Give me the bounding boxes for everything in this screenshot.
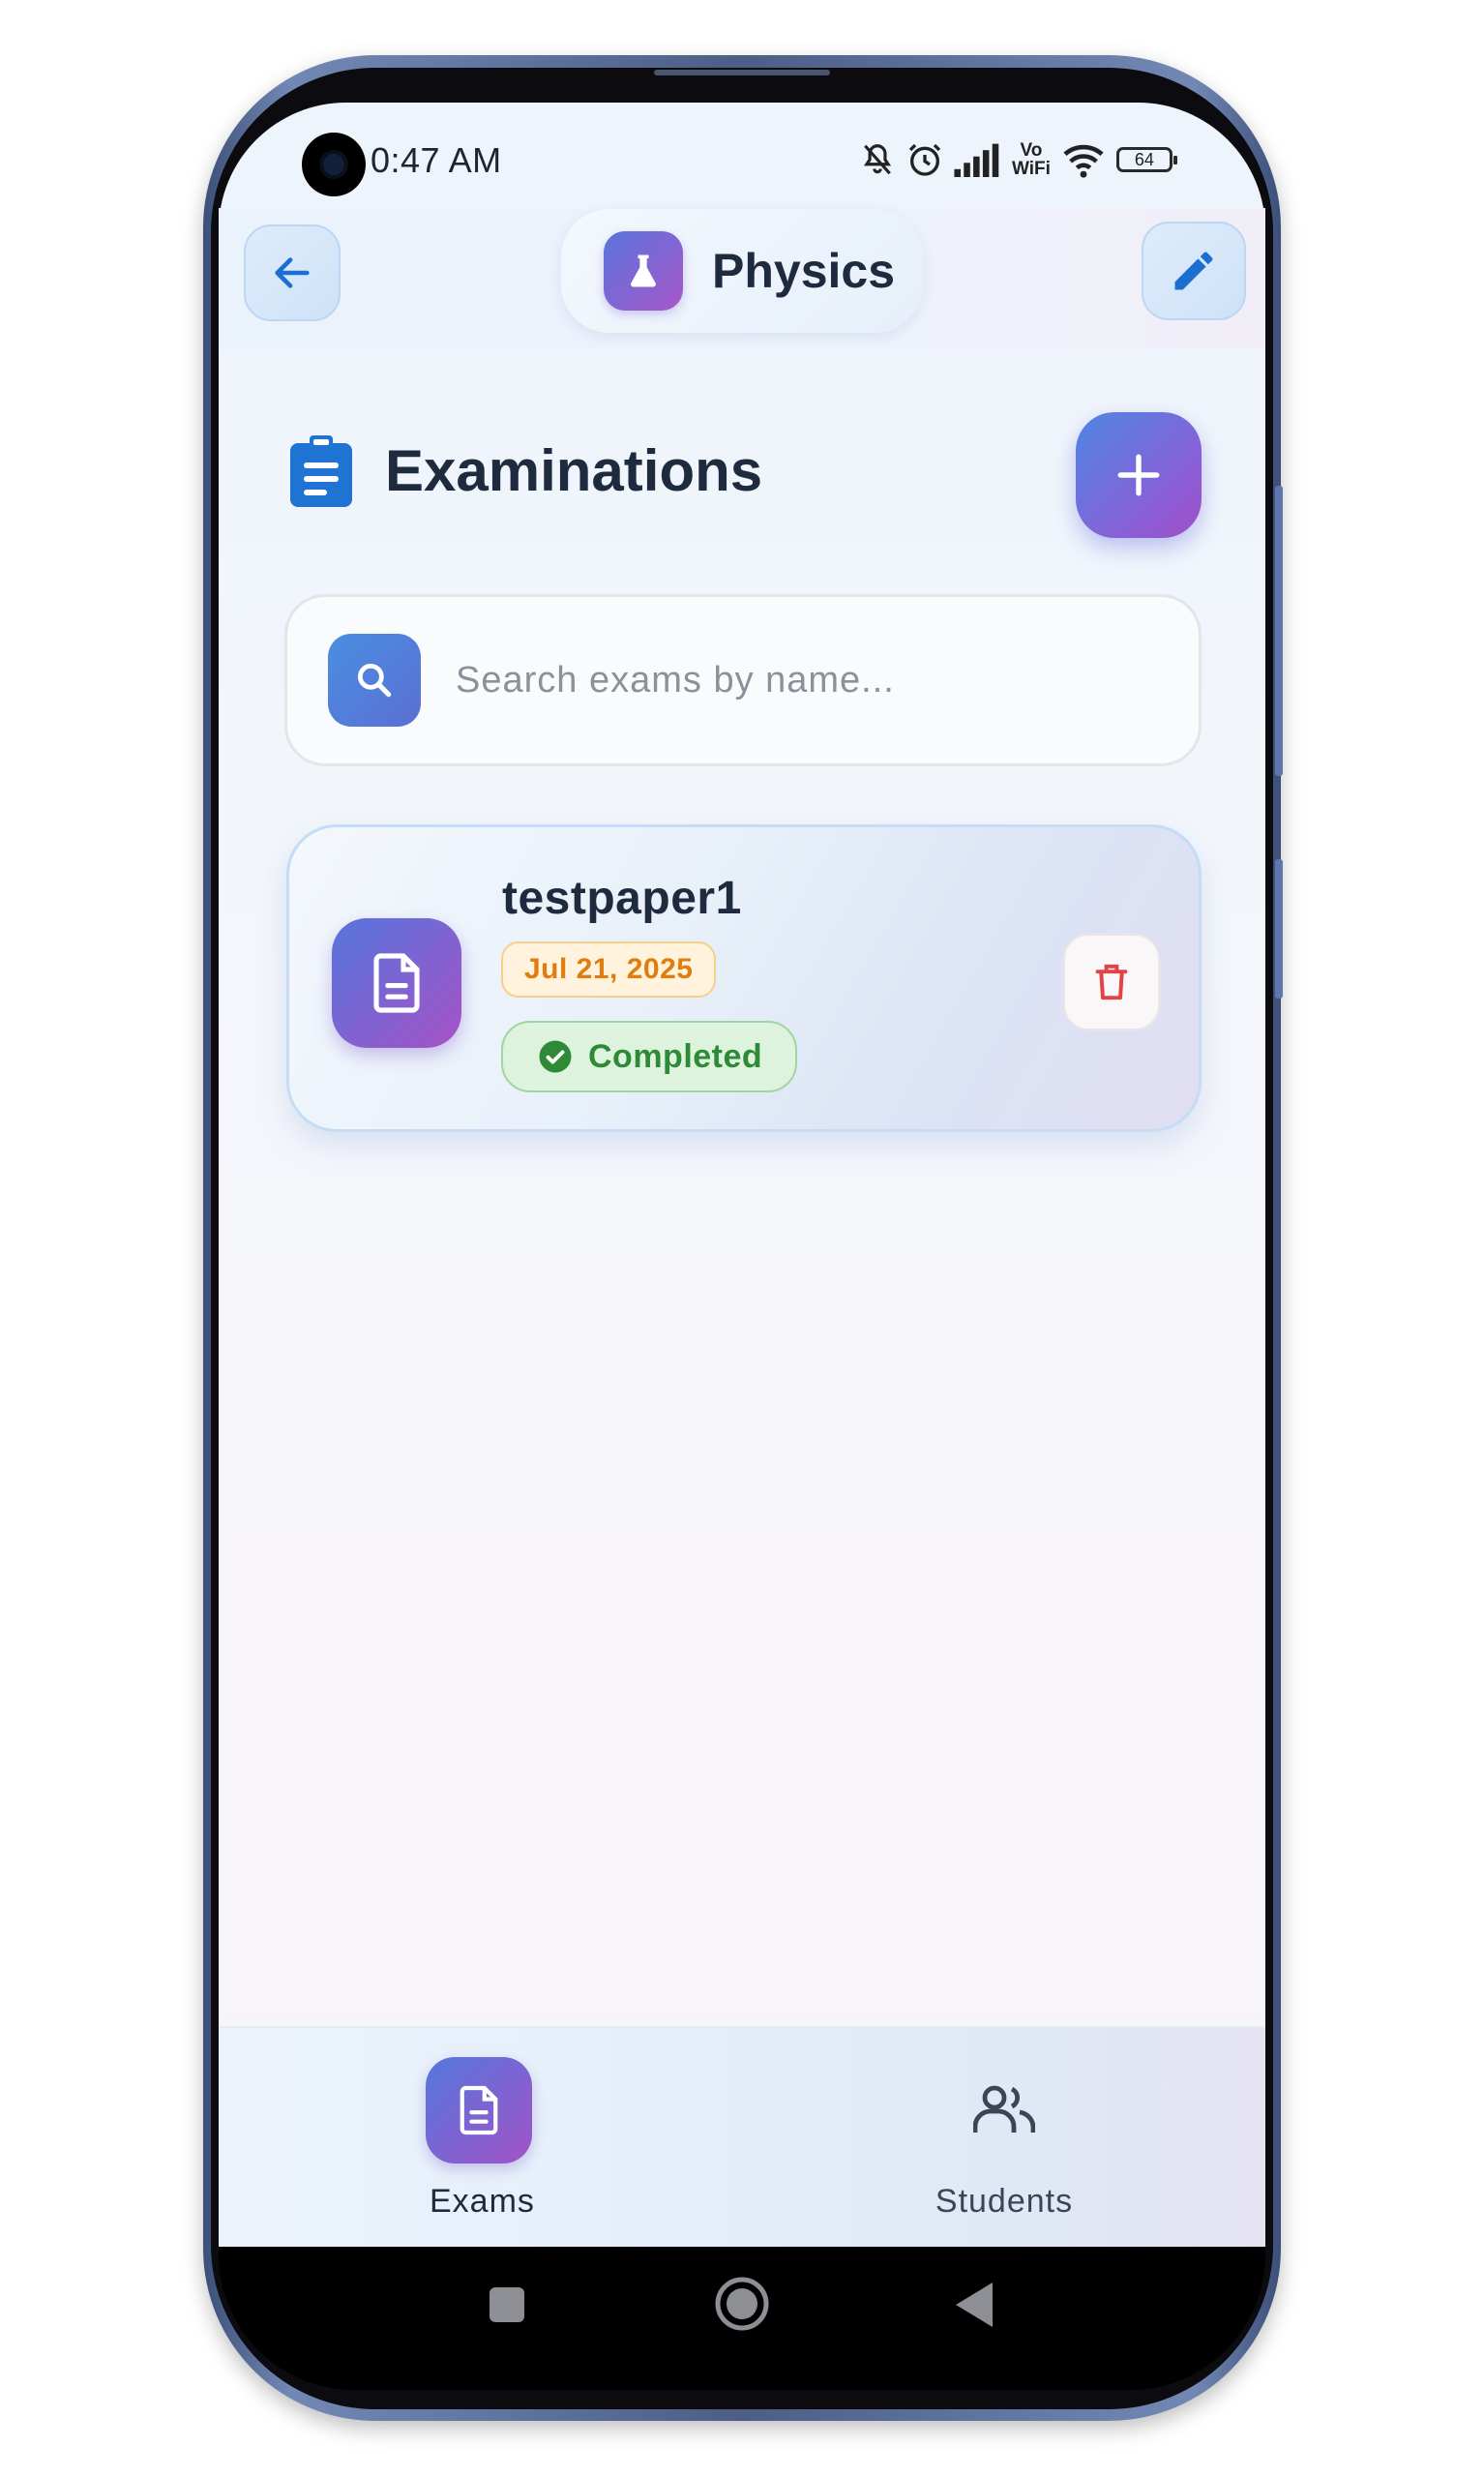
section-title: Examinations <box>385 438 763 503</box>
muted-bell-icon <box>859 140 896 179</box>
search-input[interactable] <box>454 658 1135 702</box>
nav-exams-label[interactable]: Exams <box>430 2183 534 2221</box>
nav-exams-tab[interactable] <box>426 2057 532 2164</box>
wifi-icon <box>1060 141 1107 178</box>
power-button <box>1275 859 1283 999</box>
status-time: 0:47 AM <box>371 140 502 180</box>
flask-icon <box>604 231 683 311</box>
battery-icon: 64 <box>1115 147 1177 172</box>
status-icons: Vo WiFi 64 <box>859 135 1177 184</box>
subject-title-pill: Physics <box>561 209 923 333</box>
search-icon <box>328 634 421 727</box>
bottom-navigation: Exams Students <box>219 2026 1265 2247</box>
signal-icon <box>954 142 1002 177</box>
back-button[interactable] <box>244 224 341 321</box>
earpiece-speaker <box>654 70 830 75</box>
status-badge: Completed <box>501 1021 798 1092</box>
check-circle-icon <box>539 1040 572 1073</box>
back-nav-button[interactable] <box>954 2281 994 2334</box>
arrow-left-icon <box>275 257 310 288</box>
search-box[interactable] <box>284 594 1202 766</box>
wifi-label: WiFi <box>1012 159 1051 179</box>
clipboard-icon <box>288 435 354 509</box>
home-circle-icon <box>715 2277 769 2331</box>
people-icon[interactable] <box>972 2084 1036 2134</box>
vo-label: Vo <box>1020 140 1043 161</box>
plus-icon <box>1117 454 1160 496</box>
home-button[interactable] <box>714 2276 770 2337</box>
alarm-icon <box>905 140 944 179</box>
front-camera <box>302 133 366 196</box>
exam-date-badge: Jul 21, 2025 <box>501 941 717 998</box>
recents-button[interactable] <box>488 2285 526 2329</box>
exam-card[interactable]: testpaper1 Jul 21, 2025 Completed <box>286 824 1202 1132</box>
add-exam-button[interactable] <box>1076 412 1202 538</box>
pencil-icon <box>1174 252 1213 290</box>
document-icon <box>460 2085 498 2135</box>
volume-up-button <box>1275 486 1283 776</box>
exam-name: testpaper1 <box>502 873 742 924</box>
page-title: Physics <box>712 244 896 298</box>
delete-exam-button[interactable] <box>1063 934 1160 1030</box>
nav-students-label[interactable]: Students <box>925 2183 1083 2221</box>
square-icon <box>490 2287 524 2322</box>
document-icon <box>332 918 461 1048</box>
vowifi-indicator: Vo WiFi <box>1012 141 1051 178</box>
triangle-back-icon <box>956 2283 993 2327</box>
trash-icon <box>1095 964 1128 1000</box>
status-label: Completed <box>588 1037 763 1075</box>
edit-button[interactable] <box>1142 222 1246 320</box>
